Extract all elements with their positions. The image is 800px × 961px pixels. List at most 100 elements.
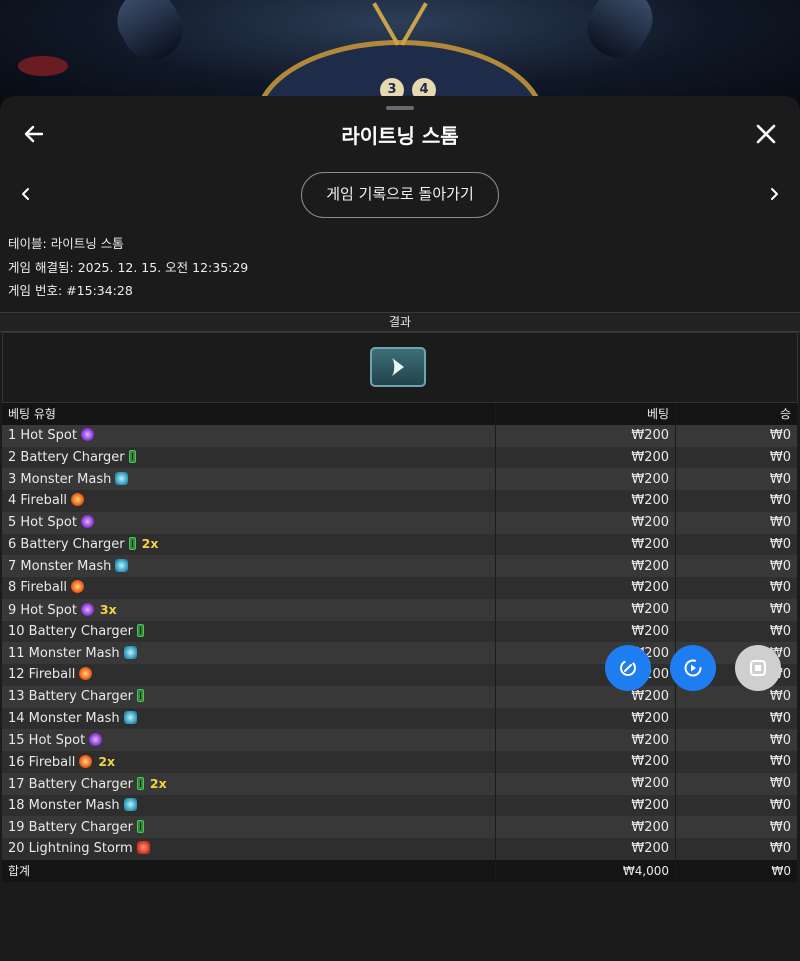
win-amount: ₩0 — [675, 751, 798, 773]
result-panel — [2, 332, 798, 403]
close-button[interactable] — [752, 120, 780, 148]
bet-type-label: 3 Monster Mash — [8, 471, 112, 487]
bet-type-label: 20 Lightning Storm — [8, 841, 133, 857]
win-amount: ₩0 — [675, 424, 798, 447]
bet-amount: ₩200 — [495, 729, 677, 751]
hot-spot-icon — [80, 428, 94, 442]
info-table-row: 테이블: 라이트닝 스톰 — [8, 232, 248, 256]
bet-amount: ₩200 — [495, 838, 677, 860]
info-value: #15:34:28 — [66, 283, 133, 298]
stop-button[interactable] — [735, 645, 781, 691]
bet-type-label: 7 Monster Mash — [8, 558, 112, 574]
replay-icon — [684, 659, 702, 677]
result-heading: 결과 — [0, 312, 800, 332]
win-amount: ₩0 — [675, 772, 798, 795]
win-amount: ₩0 — [675, 446, 798, 469]
bet-type-label: 16 Fireball — [8, 754, 76, 770]
win-amount: ₩0 — [675, 794, 798, 817]
table-row: 9 Hot Spot 3x ₩200 ₩0 — [2, 598, 798, 621]
table-row: 16 Fireball 2x ₩200 ₩0 — [2, 751, 798, 773]
table-header-row: 베팅 유형 베팅 승 — [2, 403, 798, 425]
win-amount: ₩0 — [675, 511, 798, 534]
hot-spot-icon — [89, 732, 103, 746]
hot-spot-icon — [80, 515, 94, 529]
multiplier-badge: 3x — [99, 601, 117, 617]
total-bet: ₩4,000 — [495, 859, 677, 882]
table-row: 7 Monster Mash ₩200 ₩0 — [2, 555, 798, 577]
win-amount: ₩0 — [675, 468, 798, 490]
table-row: 19 Battery Charger ₩200 ₩0 — [2, 816, 798, 838]
win-amount: ₩0 — [675, 838, 798, 860]
bet-type-cell: 11 Monster Mash — [2, 642, 497, 664]
bet-type-label: 14 Monster Mash — [8, 710, 120, 726]
table-row: 17 Battery Charger 2x ₩200 ₩0 — [2, 772, 798, 795]
game-detail-sheet: 라이트닝 스톰 게임 기록으로 돌아가기 테이블: 라이트닝 스톰 게임 해결됨:… — [0, 96, 800, 961]
bet-amount: ₩200 — [495, 794, 677, 817]
bet-amount: ₩200 — [495, 707, 677, 730]
bet-type-label: 15 Hot Spot — [8, 732, 86, 748]
fireball-icon — [71, 493, 85, 507]
hat-decoration — [18, 56, 68, 76]
info-value: 라이트닝 스톰 — [50, 236, 124, 251]
bet-type-label: 17 Battery Charger — [8, 776, 133, 792]
win-amount: ₩0 — [675, 555, 798, 577]
multiplier-badge: 2x — [98, 753, 116, 769]
table-row: 18 Monster Mash ₩200 ₩0 — [2, 794, 798, 817]
close-icon — [756, 124, 776, 144]
fireball-icon — [71, 580, 85, 594]
bet-type-label: 11 Monster Mash — [8, 645, 120, 661]
win-amount: ₩0 — [675, 598, 798, 621]
result-card — [370, 347, 426, 387]
drag-handle[interactable] — [386, 106, 414, 110]
table-row: 5 Hot Spot ₩200 ₩0 — [2, 511, 798, 534]
info-label: 테이블: — [8, 236, 47, 251]
win-amount: ₩0 — [675, 577, 798, 599]
bet-type-label: 19 Battery Charger — [8, 819, 133, 835]
win-amount: ₩0 — [675, 816, 798, 838]
table-row: 6 Battery Charger 2x ₩200 ₩0 — [2, 533, 798, 556]
hot-spot-icon — [80, 602, 94, 616]
bet-type-label: 4 Fireball — [8, 493, 68, 509]
bet-type-label: 13 Battery Charger — [8, 689, 133, 705]
bet-amount: ₩200 — [495, 816, 677, 838]
next-game-button[interactable] — [764, 182, 784, 206]
back-to-history-button[interactable]: 게임 기록으로 돌아가기 — [301, 172, 499, 218]
bet-amount: ₩200 — [495, 577, 677, 599]
multiplier-badge: 2x — [149, 775, 167, 791]
total-win: ₩0 — [675, 859, 798, 882]
bet-type-label: 10 Battery Charger — [8, 623, 133, 639]
arrow-card-icon — [392, 358, 404, 376]
win-amount: ₩0 — [675, 620, 798, 643]
game-info: 테이블: 라이트닝 스톰 게임 해결됨: 2025. 12. 15. 오전 12:3… — [8, 232, 248, 303]
monster-icon — [123, 797, 137, 811]
monster-icon — [123, 645, 137, 659]
table-row: 15 Hot Spot ₩200 ₩0 — [2, 729, 798, 751]
previous-game-button[interactable] — [16, 182, 36, 206]
bet-type-cell: 14 Monster Mash — [2, 707, 497, 730]
bet-type-label: 9 Hot Spot — [8, 602, 77, 618]
bet-amount: ₩200 — [495, 468, 677, 490]
bet-type-label: 12 Fireball — [8, 667, 76, 683]
bet-type-label: 5 Hot Spot — [8, 515, 77, 531]
fireball-icon — [79, 667, 93, 681]
bet-amount: ₩200 — [495, 772, 677, 795]
battery-icon — [136, 819, 144, 833]
bet-type-cell: 17 Battery Charger 2x — [2, 772, 497, 795]
stop-icon — [750, 660, 766, 676]
battery-icon — [136, 776, 144, 790]
replay-button[interactable] — [670, 645, 716, 691]
sync-button[interactable] — [605, 645, 651, 691]
game-navigation: 게임 기록으로 돌아가기 — [0, 170, 800, 220]
info-resolved-row: 게임 해결됨: 2025. 12. 15. 오전 12:35:29 — [8, 256, 248, 280]
bet-type-label: 1 Hot Spot — [8, 428, 77, 444]
column-header-bet-type: 베팅 유형 — [2, 403, 497, 425]
info-value: 2025. 12. 15. 오전 12:35:29 — [77, 259, 249, 275]
total-row: 합계 ₩4,000 ₩0 — [2, 859, 798, 882]
info-label: 게임 해결됨: — [8, 259, 74, 275]
win-amount: ₩0 — [675, 533, 798, 556]
table-row: 10 Battery Charger ₩200 ₩0 — [2, 620, 798, 643]
bet-type-cell: 19 Battery Charger — [2, 816, 497, 838]
multiplier-badge: 2x — [141, 536, 159, 552]
battery-icon — [136, 689, 144, 703]
fireball-icon — [79, 754, 93, 768]
